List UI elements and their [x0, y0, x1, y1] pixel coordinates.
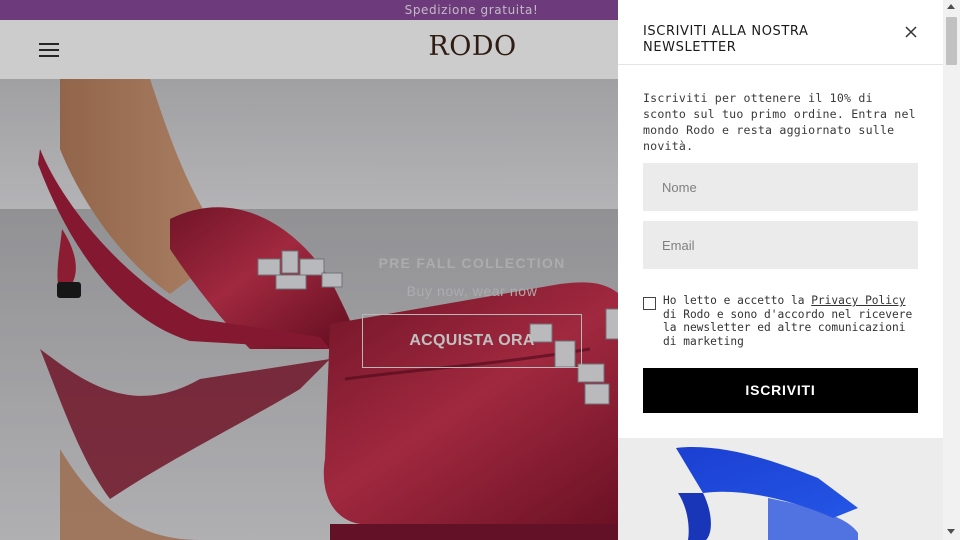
consent-prefix: Ho letto e accetto la — [663, 294, 812, 307]
newsletter-title: ISCRIVITI ALLA NOSTRA NEWSLETTER — [643, 24, 809, 55]
subscribe-button[interactable]: ISCRIVITI — [643, 368, 918, 413]
name-field[interactable] — [643, 163, 918, 211]
scroll-up-arrow-icon[interactable] — [947, 4, 955, 9]
consent-text: Ho letto e accetto la Privacy Policy di … — [663, 294, 913, 348]
scrollbar-thumb[interactable] — [946, 17, 957, 65]
product-thumbnail[interactable] — [618, 438, 943, 540]
scroll-down-arrow-icon[interactable] — [947, 529, 955, 534]
close-icon[interactable] — [903, 24, 919, 40]
consent-checkbox[interactable] — [643, 297, 656, 310]
scrollbar[interactable] — [943, 0, 960, 540]
newsletter-panel: ISCRIVITI ALLA NOSTRA NEWSLETTER Iscrivi… — [618, 0, 943, 438]
newsletter-description: Iscriviti per ottenere il 10% di sconto … — [643, 91, 916, 153]
panel-divider — [618, 64, 943, 65]
privacy-policy-link[interactable]: Privacy Policy — [811, 294, 905, 307]
product-image — [618, 438, 943, 540]
consent-suffix: di Rodo e sono d'accordo nel ricevere la… — [663, 307, 913, 348]
email-field[interactable] — [643, 221, 918, 269]
